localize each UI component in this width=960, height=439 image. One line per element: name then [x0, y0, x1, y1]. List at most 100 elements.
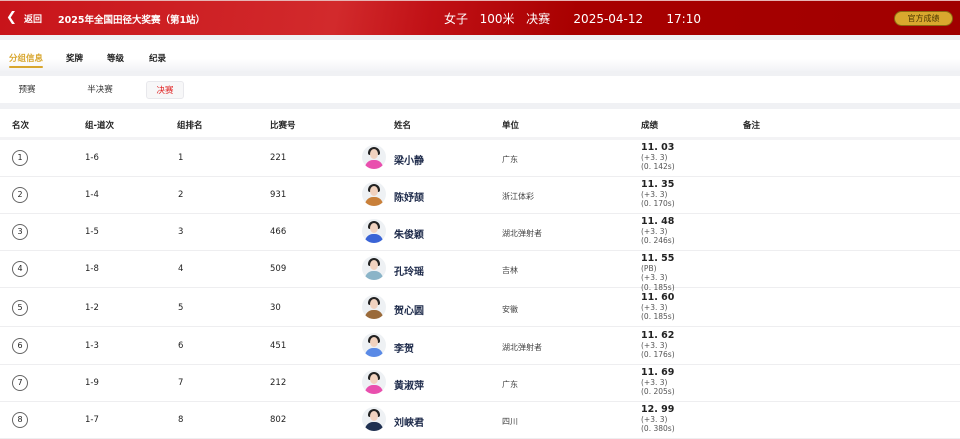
athlete-name[interactable]: 朱俊颖 [394, 226, 424, 241]
col-rank: 名次 [12, 121, 30, 131]
tab-group-info[interactable]: 分组信息 [9, 52, 44, 68]
group-rank: 3 [178, 227, 184, 237]
group-rank: 8 [178, 415, 184, 425]
athlete-unit: 广东 [502, 380, 518, 389]
result-time: 11. 35 [641, 179, 675, 190]
lane: 1-9 [85, 378, 99, 388]
athlete-name[interactable]: 陈妤颉 [394, 189, 424, 204]
back-button[interactable]: 返回 [24, 12, 42, 25]
result-time: 11. 60 [641, 292, 675, 303]
result-note: (0. 246s) [641, 236, 675, 245]
tab-medals[interactable]: 奖牌 [66, 52, 83, 64]
col-unit: 单位 [502, 121, 520, 131]
athlete-unit: 浙江体彩 [502, 192, 534, 201]
round-heats[interactable]: 预赛 [8, 81, 46, 99]
table-row[interactable]: 4 1-8 4 509 孔玲瑶 吉林 11. 55 (PB) (+3. 3) (0. … [0, 251, 960, 292]
rank-badge: 8 [12, 412, 28, 428]
result-note: (+3. 3) [641, 189, 668, 199]
result-time: 12. 99 [641, 404, 675, 415]
tab-records[interactable]: 纪录 [149, 52, 166, 64]
result: 11. 69 (+3. 3) (0. 205s) [641, 368, 675, 397]
result-note: (+3. 3) [641, 414, 668, 424]
result-note: (PB) [641, 263, 657, 273]
bib-number: 30 [270, 303, 281, 313]
col-lane: 组-道次 [85, 121, 115, 131]
table-row[interactable]: 8 1-7 8 802 刘峡君 四川 12. 99 (+3. 3) (0. 380s… [0, 402, 960, 439]
athlete-unit: 四川 [502, 417, 518, 426]
athlete-name[interactable]: 孔玲瑶 [394, 263, 424, 278]
competition-title: 2025年全国田径大奖赛（第1站） [58, 15, 206, 26]
athlete-unit: 吉林 [502, 266, 518, 275]
result: 11. 62 (+3. 3) (0. 176s) [641, 331, 675, 360]
lane: 1-2 [85, 303, 99, 313]
result-time: 11. 03 [641, 142, 675, 153]
round-selector: 预赛 半决赛 决赛 [0, 76, 960, 103]
table-row[interactable]: 7 1-9 7 212 黄淑萍 广东 11. 69 (+3. 3) (0. 205s… [0, 365, 960, 402]
result-note: (+3. 3) [641, 273, 668, 282]
athlete-name[interactable]: 刘峡君 [394, 414, 424, 429]
event-title: 女子 100米 决赛 2025-04-12 17:10 [444, 12, 701, 26]
avatar[interactable] [362, 182, 386, 206]
bib-number: 509 [270, 264, 287, 274]
result-note: (0. 176s) [641, 350, 675, 359]
group-rank: 1 [178, 153, 184, 163]
result: 11. 55 (PB) (+3. 3) (0. 185s) [641, 254, 675, 292]
round-final[interactable]: 决赛 [146, 81, 184, 99]
athlete-name[interactable]: 梁小静 [394, 152, 424, 167]
col-result: 成绩 [641, 121, 659, 131]
top-bar: ❮ 返回 2025年全国田径大奖赛（第1站） 女子 100米 决赛 2025-0… [0, 0, 960, 35]
table-row[interactable]: 2 1-4 2 931 陈妤颉 浙江体彩 11. 35 (+3. 3) (0. 17… [0, 177, 960, 214]
table-row[interactable]: 3 1-5 3 466 朱俊颖 湖北弹射者 11. 48 (+3. 3) (0. 2… [0, 214, 960, 251]
col-group-rank: 组排名 [177, 121, 203, 131]
lane: 1-5 [85, 227, 99, 237]
athlete-name[interactable]: 李贺 [394, 340, 414, 355]
group-rank: 5 [178, 303, 184, 313]
result: 11. 48 (+3. 3) (0. 246s) [641, 217, 675, 246]
group-rank: 6 [178, 341, 184, 351]
result-note: (+3. 3) [641, 302, 668, 312]
lane: 1-8 [85, 264, 99, 274]
lane: 1-7 [85, 415, 99, 425]
result-note: (+3. 3) [641, 152, 668, 162]
avatar[interactable] [362, 219, 386, 243]
athlete-unit: 湖北弹射者 [502, 229, 542, 238]
result: 11. 35 (+3. 3) (0. 170s) [641, 180, 675, 209]
avatar[interactable] [362, 295, 386, 319]
result: 11. 03 (+3. 3) (0. 142s) [641, 143, 675, 172]
athlete-name[interactable]: 贺心圆 [394, 302, 424, 317]
rank-badge: 7 [12, 375, 28, 391]
avatar[interactable] [362, 407, 386, 431]
rank-badge: 4 [12, 261, 28, 277]
table-header: 名次 组-道次 组排名 比赛号 姓名 单位 成绩 备注 [0, 109, 960, 138]
table-row[interactable]: 6 1-3 6 451 李贺 湖北弹射者 11. 62 (+3. 3) (0. 17… [0, 328, 960, 365]
avatar[interactable] [362, 145, 386, 169]
result-note: (0. 380s) [641, 424, 675, 433]
result-note: (+3. 3) [641, 226, 668, 236]
bib-number: 212 [270, 378, 287, 388]
rank-badge: 1 [12, 150, 28, 166]
athlete-name[interactable]: 黄淑萍 [394, 377, 424, 392]
result-note: (0. 142s) [641, 162, 675, 171]
result-note: (0. 170s) [641, 199, 675, 208]
chevron-left-icon[interactable]: ❮ [6, 10, 17, 25]
result-note: (0. 205s) [641, 387, 675, 396]
table-row[interactable]: 1 1-6 1 221 梁小静 广东 11. 03 (+3. 3) (0. 142s… [0, 140, 960, 177]
avatar[interactable] [362, 370, 386, 394]
result: 11. 60 (+3. 3) (0. 185s) [641, 293, 675, 322]
result-time: 11. 48 [641, 216, 675, 227]
bib-number: 931 [270, 190, 287, 200]
official-results-button[interactable]: 官方成绩 [894, 11, 953, 26]
table-row[interactable]: 5 1-2 5 30 贺心圆 安徽 11. 60 (+3. 3) (0. 185s) [0, 290, 960, 327]
avatar[interactable] [362, 333, 386, 357]
group-rank: 2 [178, 190, 184, 200]
col-name: 姓名 [394, 121, 412, 131]
bib-number: 221 [270, 153, 287, 163]
lane: 1-4 [85, 190, 99, 200]
bib-number: 451 [270, 341, 287, 351]
result-note: (0. 185s) [641, 312, 675, 321]
group-rank: 4 [178, 264, 184, 274]
result-time: 11. 69 [641, 367, 675, 378]
tab-grades[interactable]: 等级 [107, 52, 124, 64]
round-semifinal[interactable]: 半决赛 [80, 81, 120, 99]
avatar[interactable] [362, 256, 386, 280]
